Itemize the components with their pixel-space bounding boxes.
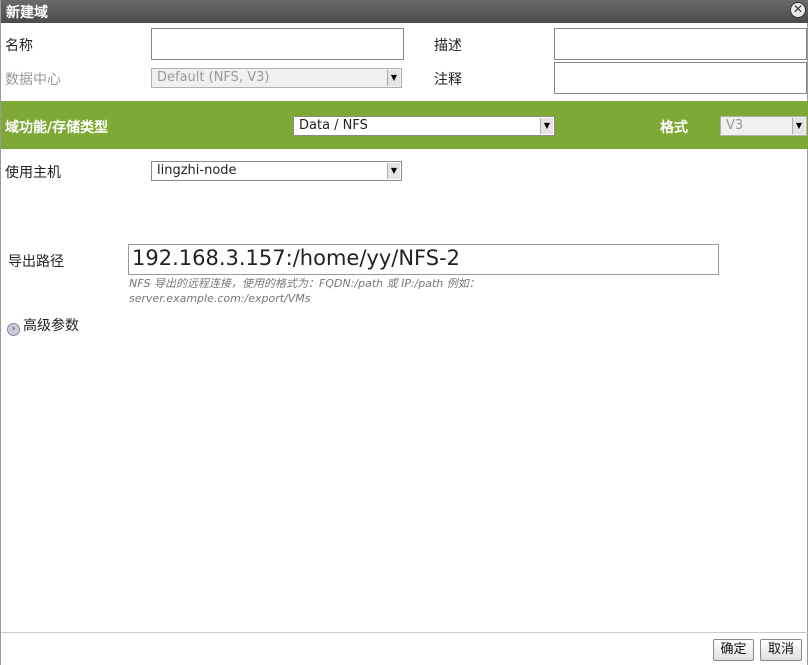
domain-function-select-value: Data / NFS — [299, 118, 368, 133]
format-select-value: V3 — [726, 118, 744, 133]
close-icon[interactable]: ✕ — [790, 2, 806, 18]
advanced-parameters-label: 高级参数 — [23, 318, 79, 334]
chevron-down-icon: ▼ — [792, 118, 805, 134]
dialog-title-bar: 新建域 ✕ — [1, 0, 808, 23]
comment-label: 注释 — [434, 72, 462, 88]
format-select[interactable]: V3 ▼ — [720, 116, 807, 136]
footer-divider — [1, 632, 808, 633]
description-label: 描述 — [434, 38, 462, 54]
host-select[interactable]: lingzhi-node ▼ — [151, 161, 402, 181]
domain-function-label: 域功能/存储类型 — [5, 120, 109, 136]
export-path-input[interactable]: 192.168.3.157:/home/yy/NFS-2 — [128, 244, 719, 275]
chevron-right-icon: › — [7, 323, 20, 336]
name-input[interactable] — [151, 28, 404, 60]
host-select-value: lingzhi-node — [157, 163, 237, 178]
format-label: 格式 — [660, 120, 688, 136]
chevron-down-icon: ▼ — [540, 118, 553, 134]
export-path-hint-line1: NFS 导出的远程连接，使用的格式为：FQDN:/path 或 IP:/path… — [129, 277, 480, 290]
export-path-label: 导出路径 — [8, 254, 64, 270]
host-label: 使用主机 — [5, 165, 61, 181]
datacenter-select[interactable]: Default (NFS, V3) ▼ — [151, 68, 402, 88]
dialog-title: 新建域 — [6, 5, 48, 21]
datacenter-select-value: Default (NFS, V3) — [157, 70, 270, 85]
domain-type-band: 域功能/存储类型 Data / NFS ▼ 格式 V3 ▼ — [1, 101, 808, 149]
cancel-button[interactable]: 取消 — [760, 639, 802, 661]
name-label: 名称 — [5, 38, 33, 54]
new-domain-dialog: 新建域 ✕ 名称 描述 数据中心 Default (NFS, V3) ▼ 注释 … — [0, 0, 808, 665]
export-path-hint: NFS 导出的远程连接，使用的格式为：FQDN:/path 或 IP:/path… — [129, 276, 549, 306]
chevron-down-icon: ▼ — [387, 70, 400, 86]
domain-function-select[interactable]: Data / NFS ▼ — [293, 116, 555, 136]
ok-button[interactable]: 确定 — [713, 639, 754, 661]
advanced-parameters-toggle[interactable]: › 高级参数 — [7, 315, 79, 336]
datacenter-label: 数据中心 — [5, 72, 61, 88]
comment-input[interactable] — [554, 62, 807, 94]
export-path-hint-line2: server.example.com:/export/VMs — [129, 292, 311, 305]
chevron-down-icon: ▼ — [387, 163, 400, 179]
description-input[interactable] — [554, 28, 807, 60]
